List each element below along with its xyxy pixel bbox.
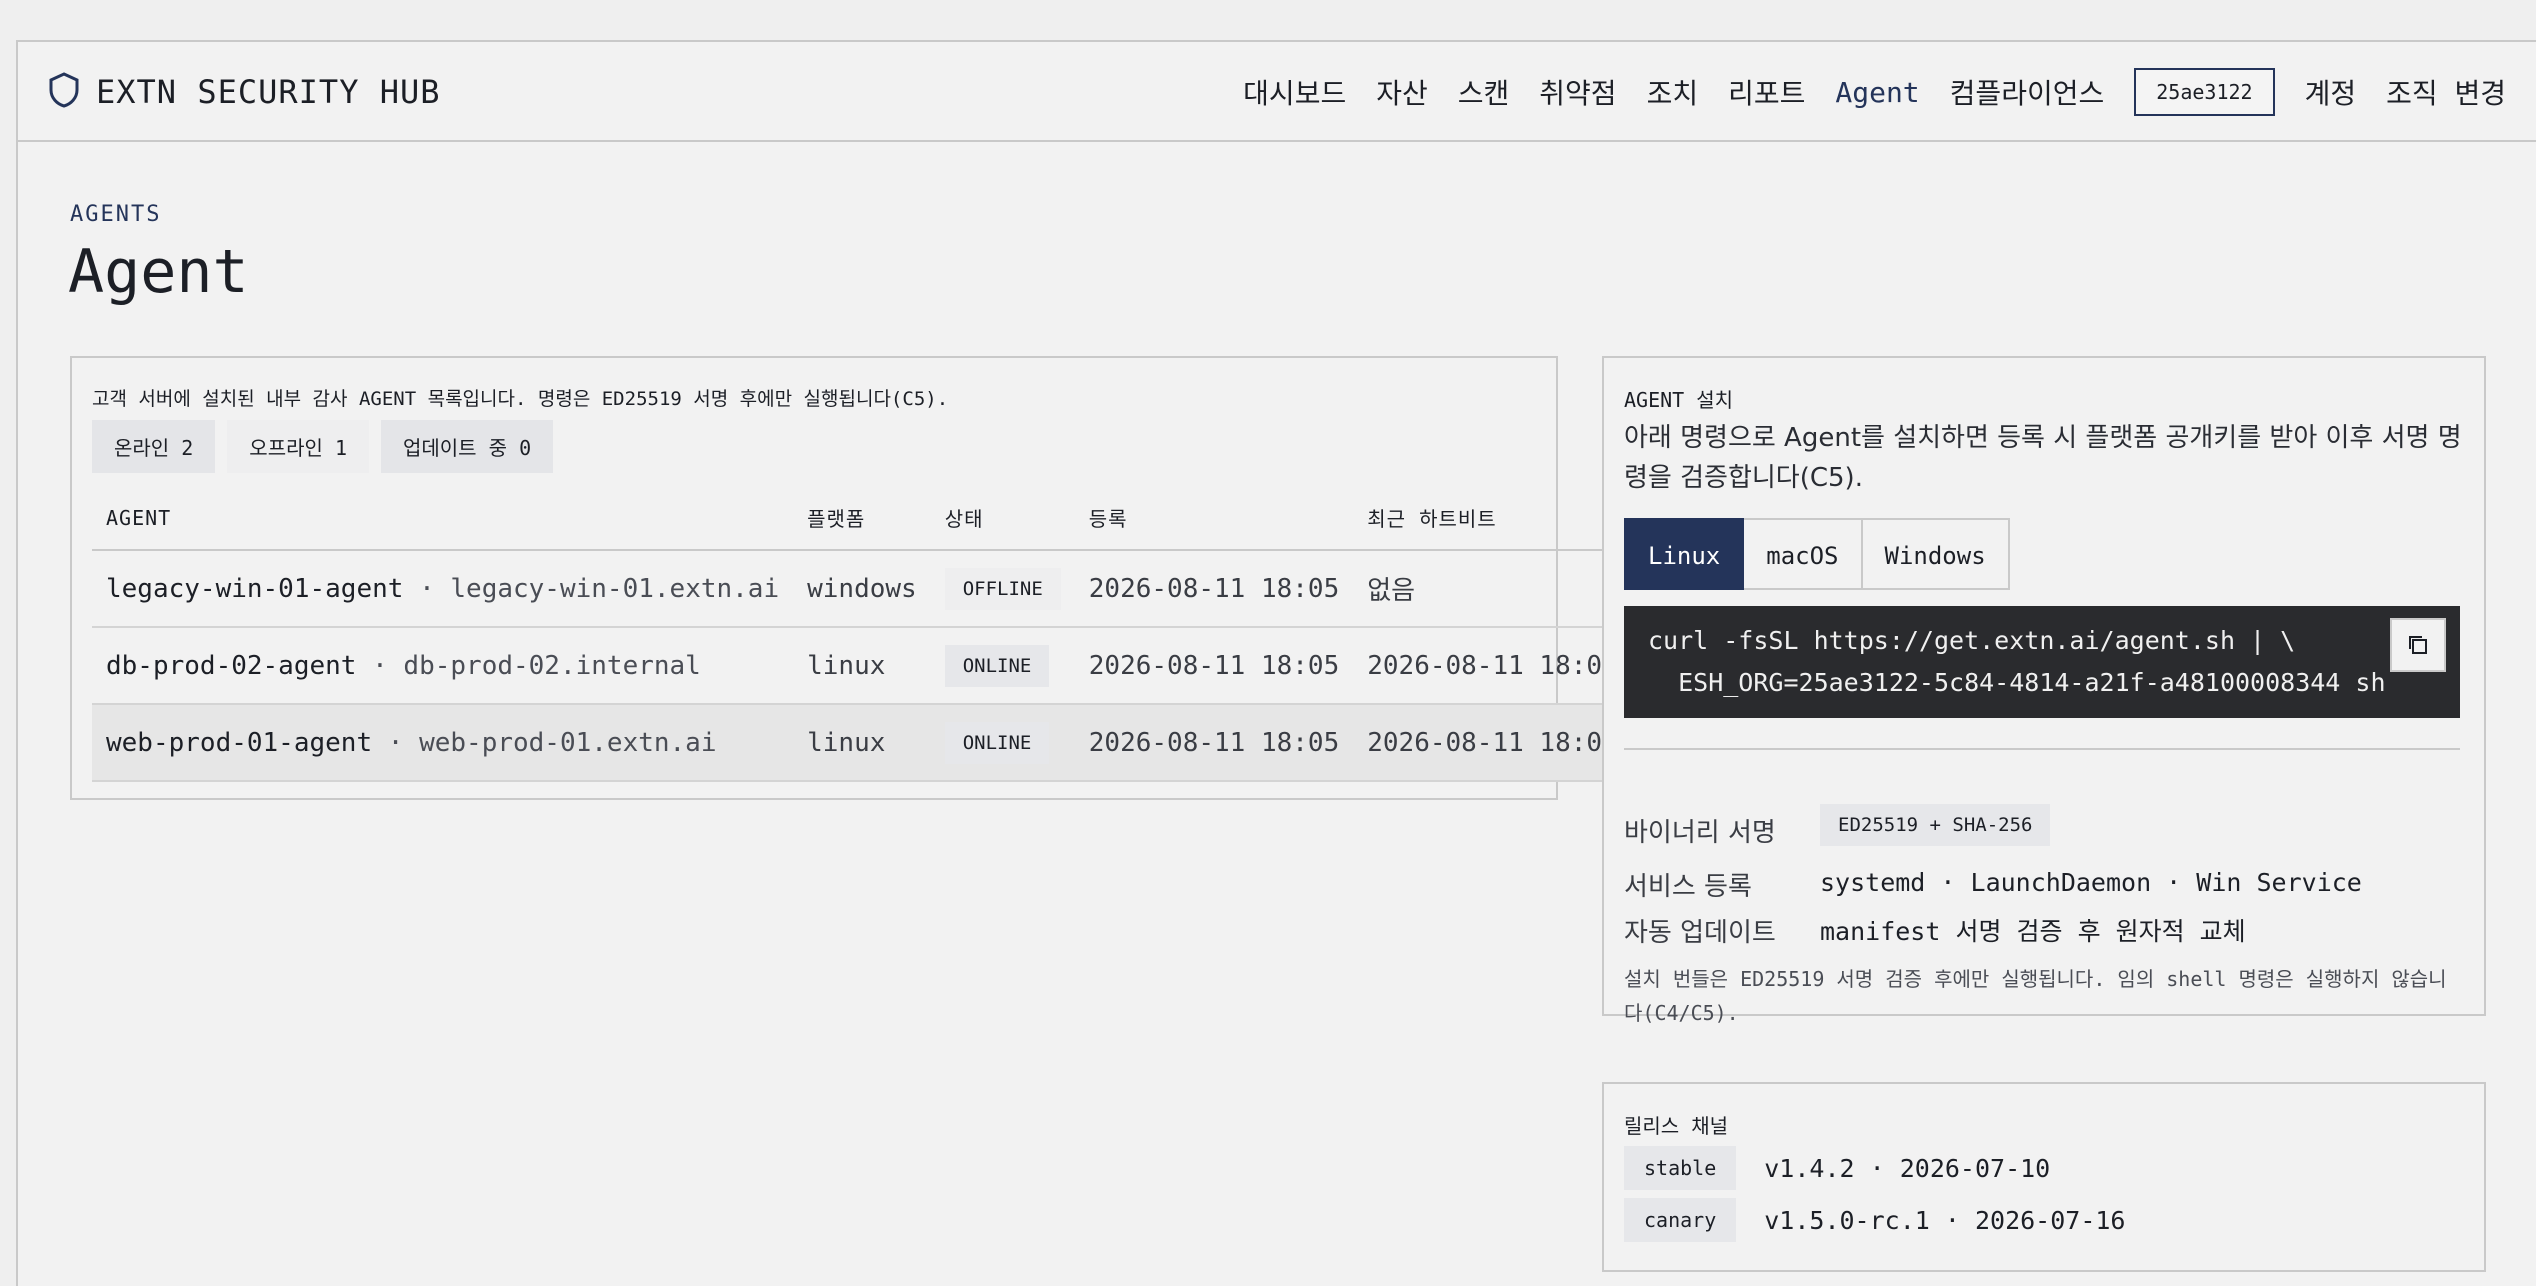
- agent-cell: db-prod-02-agent · db-prod-02.internal: [92, 627, 794, 705]
- chip-online[interactable]: 온라인 2: [92, 420, 216, 473]
- status-cell: OFFLINE: [930, 550, 1075, 628]
- shield-icon: [48, 72, 80, 112]
- nav-vulnerabilities[interactable]: 취약점: [1539, 72, 1616, 112]
- binary-sign-label: 바이너리 서명: [1624, 818, 1776, 848]
- agent-host: legacy-win-01.extn.ai: [450, 573, 780, 604]
- agent-heartbeat: 2026-08-11 18:05: [1353, 704, 1632, 782]
- release-label: 릴리스 채널: [1624, 1114, 1729, 1138]
- tab-linux[interactable]: Linux: [1624, 518, 1745, 590]
- chip-offline[interactable]: 오프라인 1: [227, 420, 369, 473]
- col-status[interactable]: 상태: [930, 486, 1075, 551]
- agent-registered: 2026-08-11 18:05: [1074, 704, 1354, 782]
- copy-icon: [2409, 636, 2427, 654]
- nav-scan[interactable]: 스캔: [1458, 72, 1510, 112]
- nav-reports[interactable]: 리포트: [1728, 72, 1805, 112]
- status-badge: OFFLINE: [944, 567, 1061, 610]
- binary-sign-value-wrap: ED25519 + SHA-256: [1820, 804, 2051, 846]
- agent-status-chips: 온라인 2 오프라인 1 업데이트 중 0: [92, 420, 554, 473]
- install-label: AGENT 설치: [1624, 388, 1734, 412]
- table-row[interactable]: legacy-win-01-agent · legacy-win-01.extn…: [92, 550, 1632, 628]
- agent-name[interactable]: db-prod-02-agent: [106, 651, 356, 681]
- top-bar: EXTN SECURITY HUB 대시보드 자산 스캔 취약점 조치 리포트 …: [18, 42, 2536, 142]
- agent-platform: linux: [793, 704, 931, 782]
- install-command[interactable]: curl -fsSL https://get.extn.ai/agent.sh …: [1624, 606, 2460, 718]
- install-divider: [1624, 748, 2460, 750]
- install-footnote: 설치 번들은 ED25519 서명 검증 후에만 실행됩니다. 임의 shell…: [1624, 967, 2447, 1025]
- tab-macos[interactable]: macOS: [1744, 518, 1863, 590]
- agent-name[interactable]: web-prod-01-agent: [106, 728, 372, 758]
- command-line-1: curl -fsSL https://get.extn.ai/agent.sh …: [1648, 626, 2296, 655]
- brand[interactable]: EXTN SECURITY HUB: [48, 42, 441, 142]
- agents-note: 고객 서버에 설치된 내부 감사 AGENT 목록입니다. 명령은 ED2551…: [92, 388, 949, 410]
- nav-agent[interactable]: Agent: [1835, 76, 1919, 109]
- release-panel: 릴리스 채널 stable v1.4.2 · 2026-07-10 canary…: [1602, 1082, 2486, 1272]
- auto-update-value: manifest 서명 검증 후 원자적 교체: [1820, 917, 2246, 946]
- auto-update-label: 자동 업데이트: [1624, 918, 1776, 948]
- channel-version: v1.5.0-rc.1 · 2026-07-16: [1764, 1205, 2126, 1235]
- tab-windows[interactable]: Windows: [1862, 518, 2010, 590]
- agent-cell: legacy-win-01-agent · legacy-win-01.extn…: [92, 550, 794, 628]
- status-badge: ONLINE: [944, 644, 1050, 687]
- nav-assets[interactable]: 자산: [1376, 72, 1428, 112]
- nav-switch-org[interactable]: 조직 변경: [2386, 72, 2506, 112]
- agent-separator: ·: [403, 573, 451, 604]
- release-row-canary[interactable]: canary v1.5.0-rc.1 · 2026-07-16: [1624, 1198, 2125, 1242]
- install-panel: AGENT 설치 아래 명령으로 Agent를 설치하면 등록 시 플랫폼 공개…: [1602, 356, 2486, 1025]
- status-cell: ONLINE: [930, 704, 1075, 782]
- copy-button[interactable]: [2390, 618, 2446, 672]
- service-label: 서비스 등록: [1624, 872, 1752, 902]
- agent-cell: web-prod-01-agent · web-prod-01.extn.ai: [92, 704, 794, 782]
- app-frame: EXTN SECURITY HUB 대시보드 자산 스캔 취약점 조치 리포트 …: [16, 40, 2536, 1286]
- page-eyebrow: AGENTS: [70, 202, 162, 227]
- service-value: systemd · LaunchDaemon · Win Service: [1820, 868, 2362, 897]
- channel-badge: canary: [1624, 1198, 1737, 1242]
- col-registered[interactable]: 등록: [1074, 486, 1354, 551]
- table-row[interactable]: db-prod-02-agent · db-prod-02.internal l…: [92, 627, 1632, 705]
- install-description: 아래 명령으로 Agent를 설치하면 등록 시 플랫폼 공개키를 받아 이후 …: [1624, 423, 2462, 493]
- status-badge: ONLINE: [944, 721, 1050, 764]
- nav-account[interactable]: 계정: [2305, 72, 2357, 112]
- agents-panel: 고객 서버에 설치된 내부 감사 AGENT 목록입니다. 명령은 ED2551…: [70, 356, 1632, 800]
- command-line-2: ESH_ORG=25ae3122-5c84-4814-a21f-a4810000…: [1648, 668, 2386, 697]
- agent-host: db-prod-02.internal: [403, 650, 701, 681]
- table-row[interactable]: web-prod-01-agent · web-prod-01.extn.ai …: [92, 704, 1632, 782]
- agent-registered: 2026-08-11 18:05: [1074, 550, 1354, 628]
- agent-heartbeat: 2026-08-11 18:05: [1353, 627, 1632, 705]
- nav-compliance[interactable]: 컴플라이언스: [1950, 72, 2105, 112]
- agent-host: web-prod-01.extn.ai: [419, 727, 717, 758]
- channel-badge: stable: [1624, 1146, 1737, 1190]
- col-agent[interactable]: AGENT: [92, 486, 794, 551]
- brand-name: EXTN SECURITY HUB: [96, 73, 441, 111]
- main-nav: 대시보드 자산 스캔 취약점 조치 리포트 Agent 컴플라이언스 25ae3…: [1243, 42, 2506, 142]
- page-title: Agent: [68, 237, 249, 307]
- col-heartbeat[interactable]: 최근 하트비트: [1353, 486, 1632, 551]
- agent-heartbeat: 없음: [1353, 550, 1632, 628]
- agent-separator: ·: [372, 727, 420, 758]
- agent-registered: 2026-08-11 18:05: [1074, 627, 1354, 705]
- org-id-badge[interactable]: 25ae3122: [2134, 68, 2275, 116]
- agent-name[interactable]: legacy-win-01-agent: [106, 574, 403, 604]
- release-row-stable[interactable]: stable v1.4.2 · 2026-07-10: [1624, 1146, 2050, 1190]
- table-header-row: AGENT 플랫폼 상태 등록 최근 하트비트: [92, 486, 1632, 551]
- agent-platform: linux: [793, 627, 931, 705]
- nav-remediation[interactable]: 조치: [1647, 72, 1699, 112]
- os-tabs: Linux macOS Windows: [1624, 518, 2010, 590]
- agent-platform: windows: [793, 550, 931, 628]
- channel-version: v1.4.2 · 2026-07-10: [1764, 1153, 2051, 1183]
- binary-sign-value: ED25519 + SHA-256: [1820, 804, 2051, 846]
- nav-dashboard[interactable]: 대시보드: [1243, 72, 1346, 112]
- status-cell: ONLINE: [930, 627, 1075, 705]
- col-platform[interactable]: 플랫폼: [793, 486, 931, 551]
- chip-updating[interactable]: 업데이트 중 0: [380, 420, 554, 473]
- agents-table: AGENT 플랫폼 상태 등록 최근 하트비트 legacy-win-01-ag…: [92, 486, 1632, 782]
- agent-separator: ·: [356, 650, 404, 681]
